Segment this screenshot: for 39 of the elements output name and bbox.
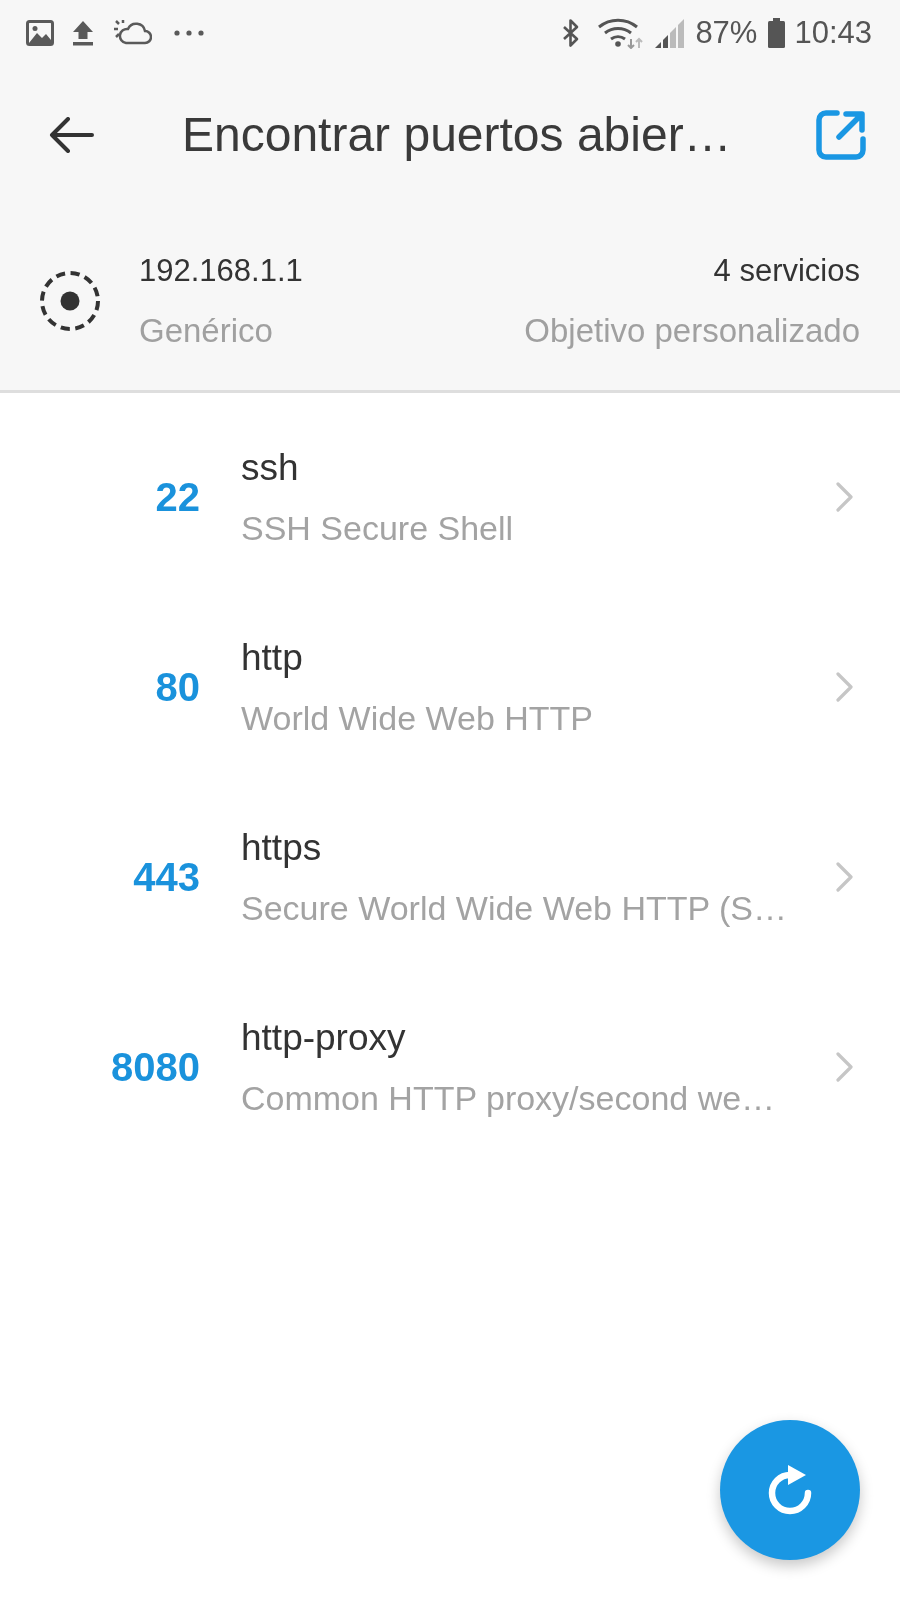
refresh-icon: [766, 1465, 814, 1515]
chevron-icon: [836, 1052, 854, 1082]
image-icon: [26, 19, 54, 46]
port-number: 80: [154, 664, 200, 711]
port-row[interactable]: 22 ssh SSH Secure Shell: [0, 402, 900, 592]
services-count: 4 servicios: [713, 252, 860, 290]
back-button[interactable]: [48, 117, 94, 153]
clock-time: 10:43: [794, 14, 872, 51]
ip-address: 192.168.1.1: [139, 252, 303, 290]
port-row[interactable]: 443 https Secure World Wide Web HTTP (S…: [0, 782, 900, 972]
service-name: ssh: [241, 445, 299, 490]
battery-icon: [768, 17, 786, 48]
device-type: Genérico: [139, 311, 273, 351]
target-icon: [39, 270, 101, 332]
service-name: http: [241, 635, 303, 680]
port-number: 443: [132, 854, 200, 901]
port-number: 8080: [110, 1044, 200, 1091]
service-name: https: [241, 825, 322, 870]
chevron-icon: [836, 482, 854, 512]
service-description: SSH Secure Shell: [241, 507, 514, 549]
signal-icon: [654, 17, 685, 48]
battery-percent: 87%: [695, 14, 758, 51]
service-name: http-proxy: [241, 1015, 406, 1060]
target-category: Objetivo personalizado: [524, 311, 860, 351]
port-row[interactable]: 80 http World Wide Web HTTP: [0, 592, 900, 782]
screen-title: Encontrar puertos abier…: [182, 107, 733, 163]
service-description: Common HTTP proxy/second we…: [241, 1077, 776, 1119]
port-row[interactable]: 8080 http-proxy Common HTTP proxy/second we…: [0, 972, 900, 1162]
port-number: 22: [154, 474, 200, 521]
bluetooth-icon: [562, 17, 581, 48]
more-icon: [174, 29, 204, 36]
external-link-button[interactable]: [815, 109, 867, 161]
refresh-button[interactable]: [720, 1420, 860, 1560]
upload-icon: [72, 19, 94, 46]
service-description: Secure World Wide Web HTTP (S…: [241, 887, 788, 929]
service-description: World Wide Web HTTP: [241, 697, 594, 739]
cloud-sun-icon: [112, 18, 152, 47]
chevron-icon: [836, 672, 854, 702]
chevron-icon: [836, 862, 854, 892]
